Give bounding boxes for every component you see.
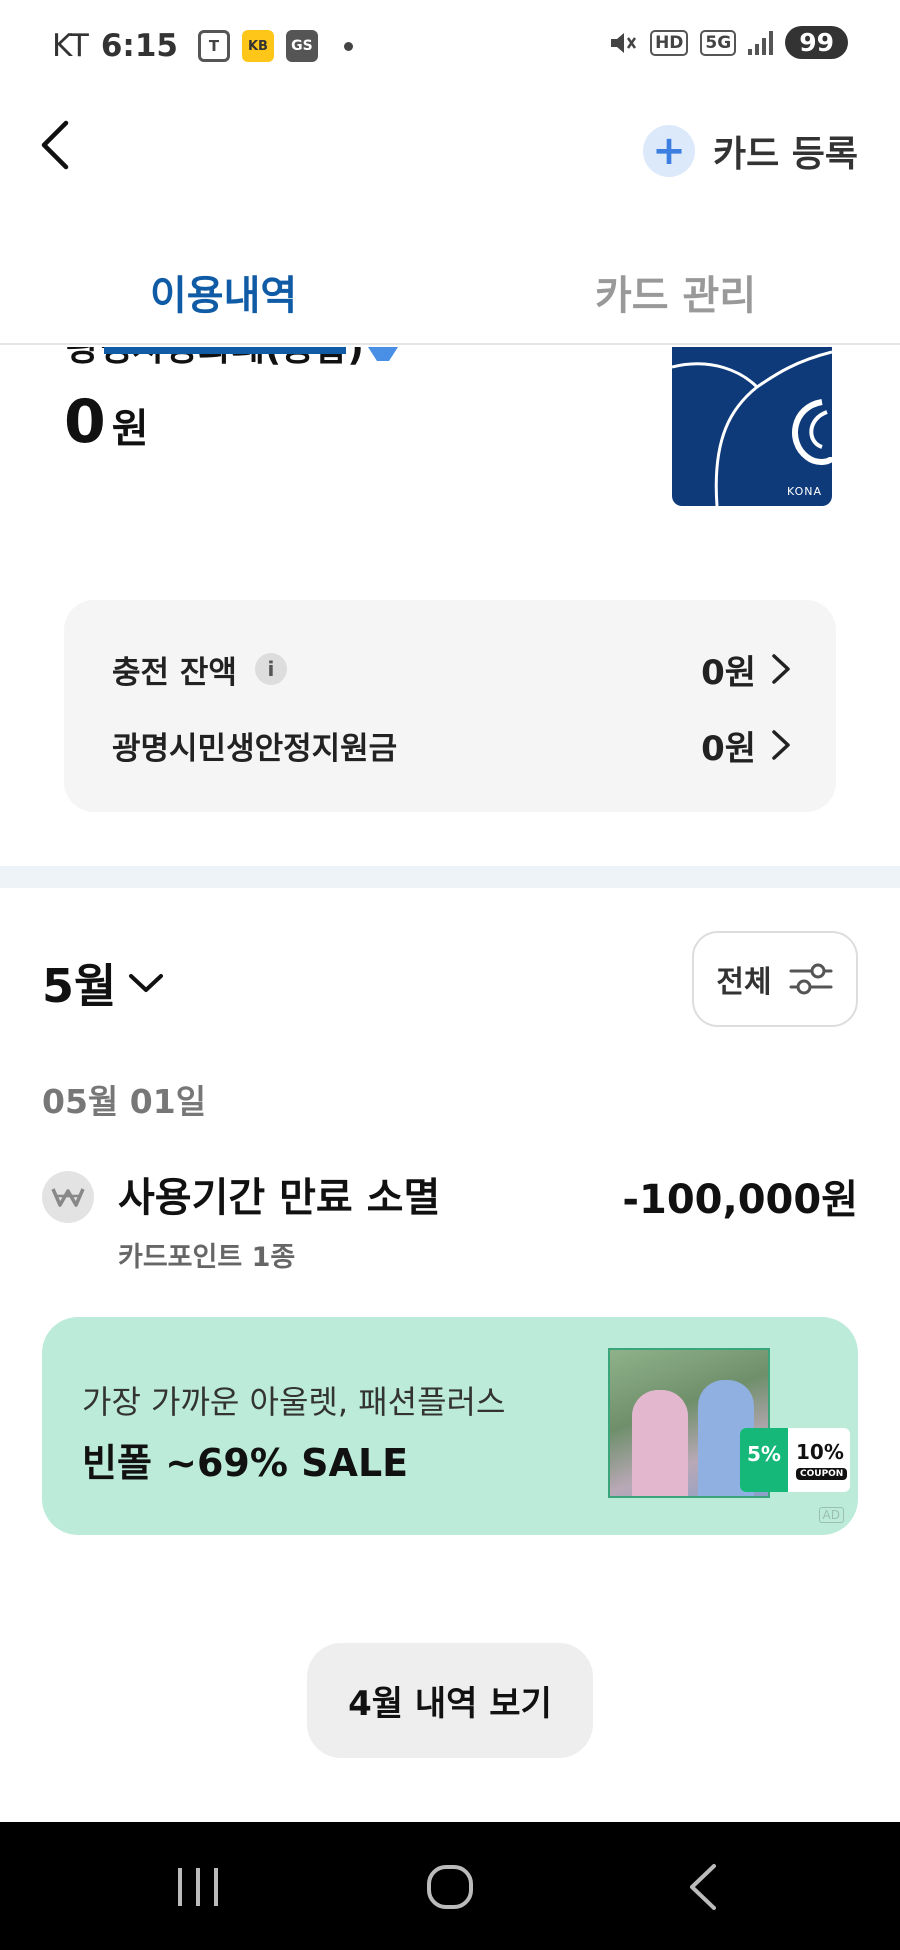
ad-banner[interactable]: 가장 가까운 아울렛, 패션플러스 빈폴 ~69% SALE 10% COUPO…: [42, 1317, 858, 1535]
ad-headline: 가장 가까운 아울렛, 패션플러스: [82, 1383, 506, 1421]
tab-usage-history[interactable]: 이용내역: [150, 263, 297, 321]
top-app-bar: + 카드 등록: [0, 95, 900, 215]
tab-card-management[interactable]: 카드 관리: [595, 263, 756, 321]
back-arrow-icon: [690, 1864, 716, 1910]
ad-coupon-word: COUPON: [796, 1468, 848, 1480]
home-button[interactable]: [420, 1862, 480, 1912]
system-nav-bar: [0, 1822, 900, 1950]
card-image[interactable]: KONA: [672, 347, 832, 506]
status-bar: KT 6:15 T KB GS HD 5G 99: [0, 0, 900, 95]
transaction-title: 사용기간 만료 소멸: [118, 1175, 441, 1221]
ad-model-left: [632, 1390, 688, 1496]
charge-balance-row[interactable]: 충전 잔액 i 0원: [112, 644, 794, 694]
mute-icon: [611, 32, 637, 53]
active-tab-indicator: [104, 347, 346, 354]
favorite-star-icon[interactable]: [368, 347, 398, 361]
won-icon: [42, 1171, 94, 1223]
kb-app-icon: KB: [241, 30, 274, 62]
balance-details-box: 충전 잔액 i 0원 광명시민생안정지원금 0원: [64, 600, 836, 812]
date-header: 05월 01일: [42, 1082, 207, 1121]
back-button[interactable]: [30, 117, 86, 173]
transaction-row[interactable]: 사용기간 만료 소멸 카드포인트 1종 -100,000원: [42, 1165, 858, 1275]
chevron-down-icon: [129, 974, 164, 992]
recent-apps-icon: [178, 1868, 218, 1906]
transaction-amount: -100,000원: [622, 1177, 858, 1223]
chevron-left-icon: [41, 120, 69, 170]
section-divider: [0, 866, 900, 888]
carrier-label: KT: [52, 28, 89, 64]
filter-label: 전체: [716, 965, 772, 1000]
ad-coupon-10: 10%: [796, 1440, 844, 1464]
month-label: 5월: [42, 959, 117, 1013]
recent-apps-button[interactable]: [168, 1862, 228, 1912]
card-brand-logo: KONA: [786, 485, 822, 498]
hd-icon: HD: [650, 29, 689, 56]
teams-app-icon: T: [197, 30, 230, 62]
status-left: KT 6:15 T KB GS: [52, 28, 353, 64]
5g-icon: 5G: [700, 29, 737, 56]
ad-tag: AD: [818, 1507, 844, 1523]
support-fund-value: 0원: [701, 728, 756, 769]
card-summary: 광명사랑화폐(종합) 0 원 KONA 충전 잔액 i 0원 광명시민생안정지원…: [0, 347, 900, 867]
register-card-button[interactable]: + 카드 등록: [642, 125, 858, 177]
charge-balance-label: 충전 잔액: [112, 654, 237, 691]
balance-amount: 0: [64, 387, 106, 457]
signal-icon: [748, 30, 774, 55]
home-icon: [427, 1865, 473, 1909]
balance-unit: 원: [111, 406, 149, 452]
previous-month-history-button[interactable]: 4월 내역 보기: [307, 1643, 593, 1758]
register-card-label: 카드 등록: [712, 134, 858, 175]
transaction-subtitle: 카드포인트 1종: [118, 1242, 296, 1273]
filter-button[interactable]: 전체: [692, 931, 858, 1027]
ad-coupon-5-badge: 5%: [740, 1428, 788, 1492]
battery-icon: 99: [785, 26, 848, 59]
chevron-right-icon: [772, 654, 790, 684]
notification-dot-icon: [343, 41, 353, 51]
clock: 6:15: [100, 28, 178, 64]
chevron-right-icon: [772, 730, 790, 760]
filter-sliders-icon: [789, 963, 833, 995]
charge-balance-value: 0원: [701, 652, 756, 693]
support-fund-row[interactable]: 광명시민생안정지원금 0원: [112, 720, 794, 770]
plus-icon: +: [642, 125, 695, 177]
info-icon[interactable]: i: [254, 653, 287, 685]
card-wave-graphic: [672, 350, 832, 506]
system-back-button[interactable]: [674, 1862, 734, 1912]
status-right: HD 5G 99: [608, 26, 848, 59]
ad-coupon-5: 5%: [747, 1442, 781, 1466]
month-dropdown[interactable]: 5월: [42, 950, 166, 1016]
tab-bar: 이용내역 카드 관리: [0, 215, 900, 345]
support-fund-label: 광명시민생안정지원금: [112, 730, 398, 767]
card-balance: 0 원: [64, 387, 149, 457]
ad-subheadline: 빈폴 ~69% SALE: [82, 1441, 409, 1485]
gs-app-icon: GS: [285, 30, 318, 62]
